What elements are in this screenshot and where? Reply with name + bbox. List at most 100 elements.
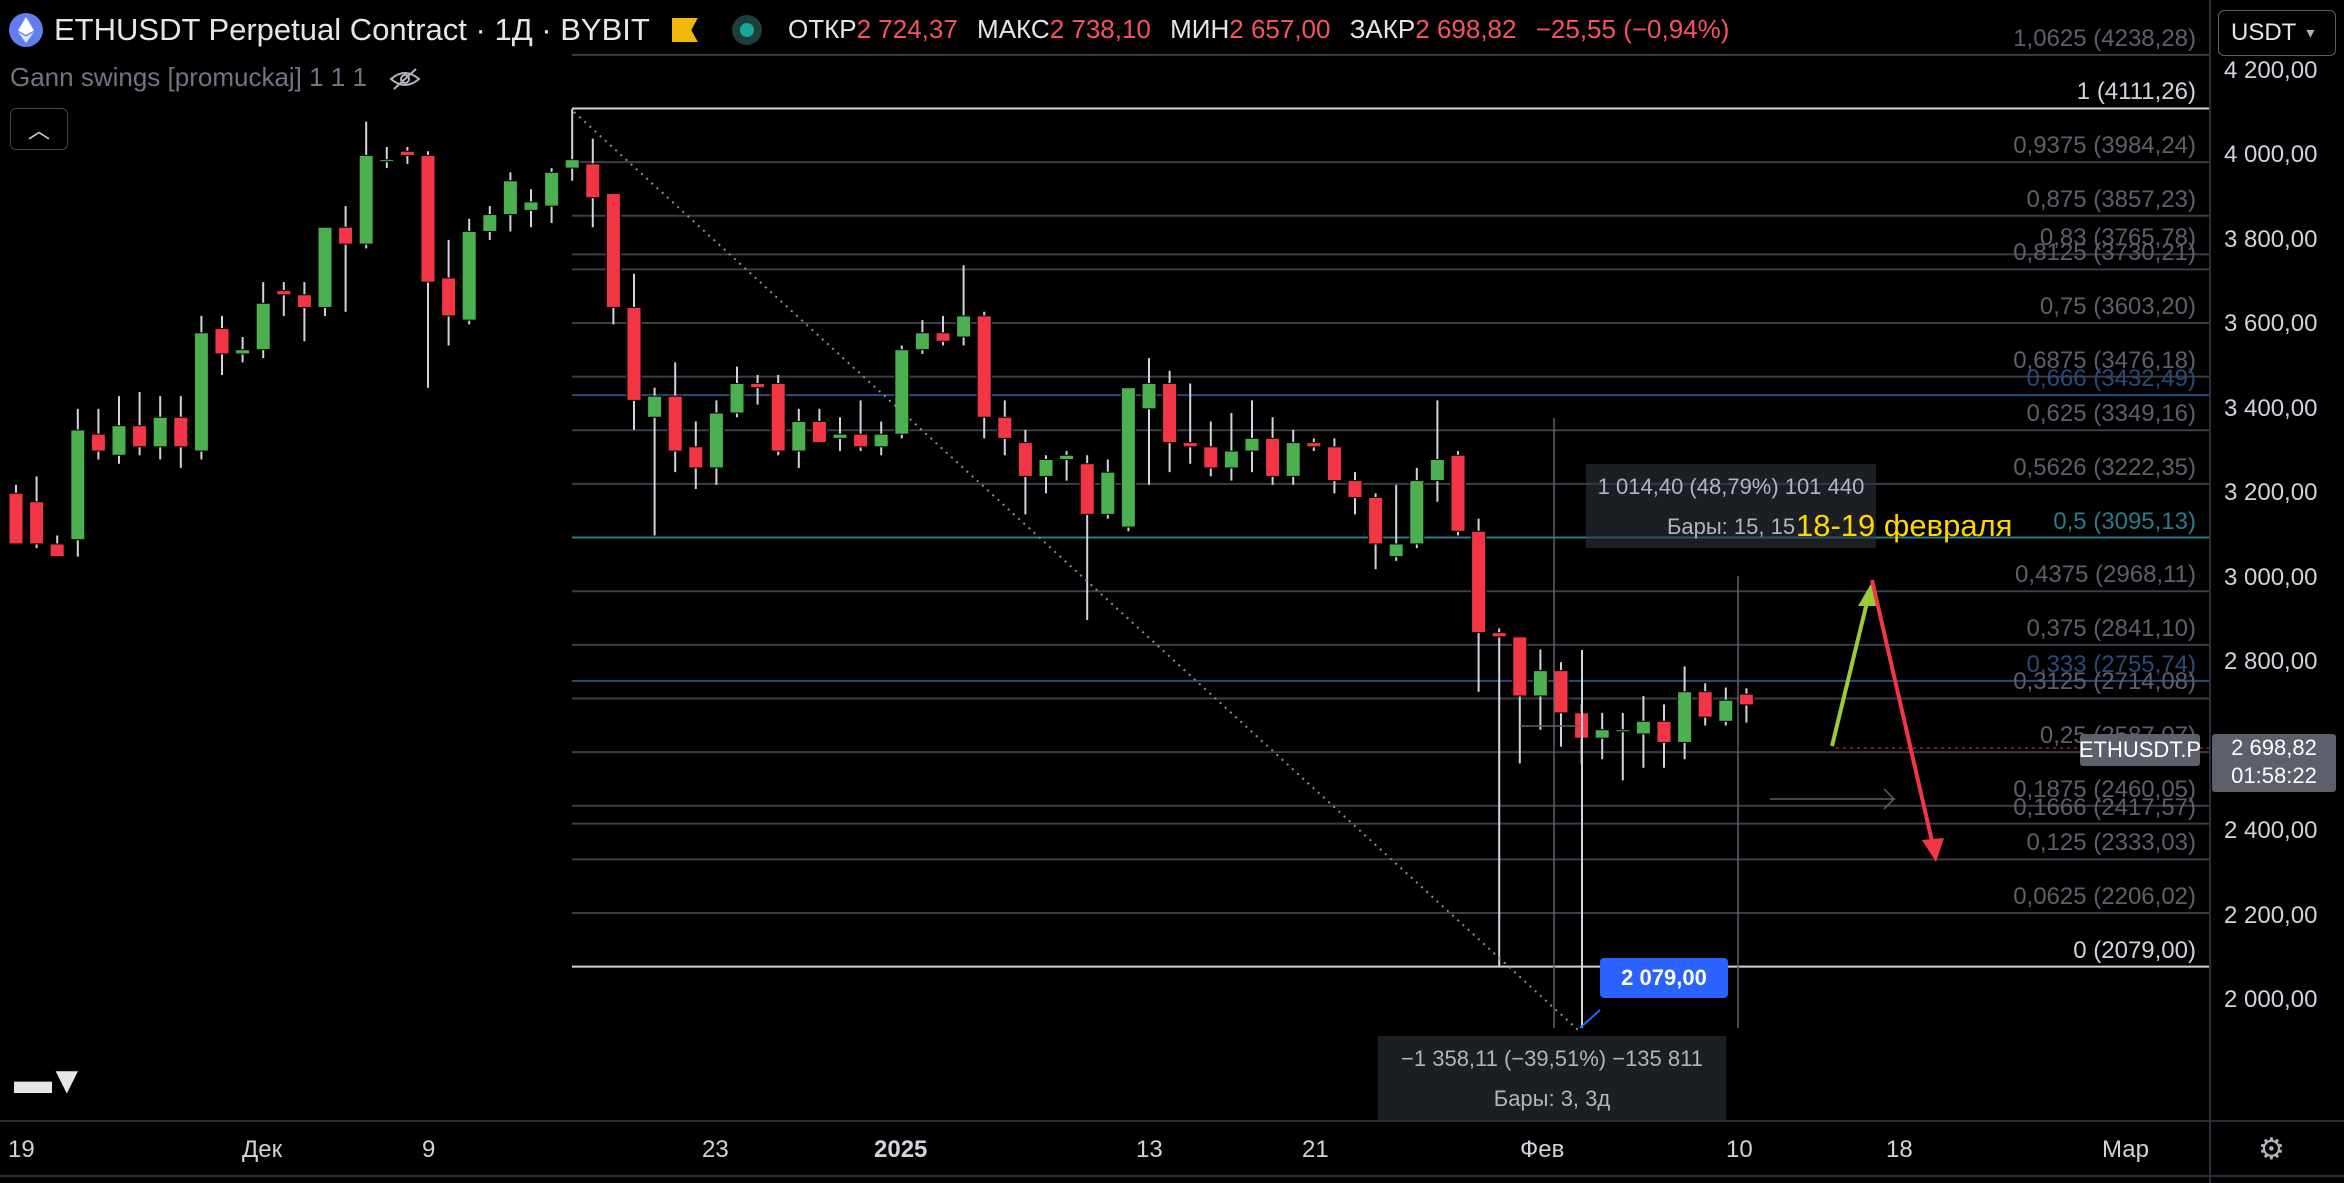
candle [894, 345, 910, 439]
fib-level-label: 1 (4111,26) [2076, 78, 2196, 106]
candle [1491, 628, 1507, 967]
fib-level-label: 0,875 (3857,23) [2026, 185, 2196, 213]
candle [997, 400, 1013, 456]
candle [111, 396, 127, 464]
chevron-down-icon: ▾ [2306, 25, 2315, 42]
collapse-legend-button[interactable]: ︿ [10, 108, 68, 150]
candle [956, 265, 972, 346]
candle [255, 282, 271, 359]
time-tick-label: 9 [422, 1136, 436, 1163]
fib-level-label: 0,5 (3095,13) [2053, 507, 2196, 535]
price-tick-label: 2 000,00 [2224, 986, 2318, 1013]
time-tick-label: Фев [1520, 1136, 1565, 1163]
indicator-legend[interactable]: Gann swings [promuckaj] 1 1 1 [10, 62, 422, 93]
drawing-overlays [573, 111, 2210, 1031]
fib-level-label: 0,666 (3432,49) [2026, 365, 2196, 393]
indicator-label[interactable]: Gann swings [promuckaj] 1 1 1 [10, 62, 367, 92]
candle [914, 320, 930, 354]
candle [750, 375, 766, 405]
time-tick-label: Дек [242, 1136, 283, 1163]
forecast-down-arrow [1870, 579, 1936, 851]
candle [461, 218, 477, 325]
fib-level-label: 1,0625 (4238,28) [2013, 24, 2196, 52]
time-tick-label: 13 [1136, 1136, 1163, 1163]
candle [1656, 704, 1672, 768]
fib-level-label: 0,75 (3603,20) [2039, 293, 2196, 320]
price-tick-label: 4 200,00 [2224, 57, 2318, 84]
fib-level-label: 0,4375 (2968,11) [2014, 561, 2196, 589]
target-date-note[interactable]: 18-19 февраля [1796, 508, 2012, 544]
candle [1388, 484, 1404, 561]
ohlc-legend: ОТКР2 724,37 МАКС2 738,10 МИН2 657,00 ЗА… [788, 14, 1730, 44]
price-tick-label: 3 400,00 [2224, 394, 2318, 422]
fib-level-label: 0,1666 (2417,57) [2013, 793, 2196, 821]
candle [1409, 467, 1425, 549]
tradingview-logo[interactable]: ▬▼ [14, 1060, 86, 1103]
forecast-up-arrow [1830, 589, 1872, 747]
candle [1368, 493, 1384, 570]
candle [935, 315, 951, 346]
candle [441, 239, 457, 346]
fib-level-label: 0,625 (3349,16) [2026, 400, 2196, 428]
time-tick-label: Мар [2102, 1136, 2149, 1163]
candle [1429, 400, 1445, 502]
candle [1553, 662, 1569, 747]
candle [647, 387, 663, 536]
fib-level-label: 0,375 (2841,10) [2026, 614, 2196, 642]
candle [1718, 687, 1734, 726]
ethereum-logo-icon [9, 13, 43, 47]
candle [379, 147, 395, 169]
candle [1697, 683, 1713, 726]
candle [811, 408, 827, 444]
symbol-price-tag: ETHUSDT.P [2079, 734, 2201, 766]
candle [688, 421, 704, 490]
eye-hidden-icon[interactable] [388, 67, 422, 91]
time-tick-label: 19 [8, 1136, 35, 1163]
price-tick-label: 4 000,00 [2224, 141, 2318, 169]
candle [1017, 429, 1033, 515]
candle [296, 282, 312, 342]
candle [1162, 370, 1178, 473]
candle [1450, 451, 1466, 536]
candle [132, 391, 148, 456]
fib-level-label: 0,8125 (3730,21) [2013, 239, 2196, 267]
candle [29, 476, 45, 549]
low-price-tag[interactable]: 2 079,00 [1600, 958, 1728, 998]
price-tick-label: 2 400,00 [2224, 817, 2318, 845]
measure-down-box[interactable]: −1 358,11 (−39,51%) −135 811 Бары: 3, 3д [1378, 1036, 1726, 1120]
candle [1265, 417, 1281, 485]
candle [1244, 400, 1260, 473]
candle [605, 192, 621, 325]
candle [338, 206, 354, 312]
price-tick-label: 2 200,00 [2224, 901, 2318, 929]
settings-gear-icon[interactable]: ⚙ [2258, 1132, 2285, 1167]
fib-level-label: 0,3125 (2714,08) [2013, 668, 2196, 696]
candle [708, 400, 724, 485]
price-chart[interactable] [0, 0, 2344, 1183]
candle [70, 408, 86, 557]
candle [358, 121, 374, 249]
price-tick-label: 3 200,00 [2224, 479, 2318, 507]
last-price-label: 2 698,82 01:58:22 [2212, 734, 2336, 792]
candle [235, 337, 251, 363]
chart-title[interactable]: ETHUSDT Perpetual Contract · 1Д · BYBIT [54, 12, 650, 48]
candle [832, 417, 848, 452]
candle [276, 282, 292, 316]
candle [853, 400, 869, 452]
candle [193, 315, 209, 460]
candle [152, 396, 168, 460]
candle [49, 535, 65, 558]
candle [1347, 472, 1363, 515]
market-status-icon[interactable] [731, 15, 762, 45]
candle [1059, 451, 1075, 481]
currency-select[interactable]: USDT ▾ [2218, 10, 2336, 56]
candle [1471, 518, 1487, 692]
candle [482, 206, 498, 240]
candle [1512, 636, 1528, 764]
flag-icon[interactable] [671, 18, 698, 42]
candle [317, 226, 333, 316]
candle [214, 315, 230, 376]
candle [1532, 649, 1548, 730]
fib-level-label: 0,0625 (2206,02) [2013, 883, 2196, 910]
candle [626, 273, 642, 430]
